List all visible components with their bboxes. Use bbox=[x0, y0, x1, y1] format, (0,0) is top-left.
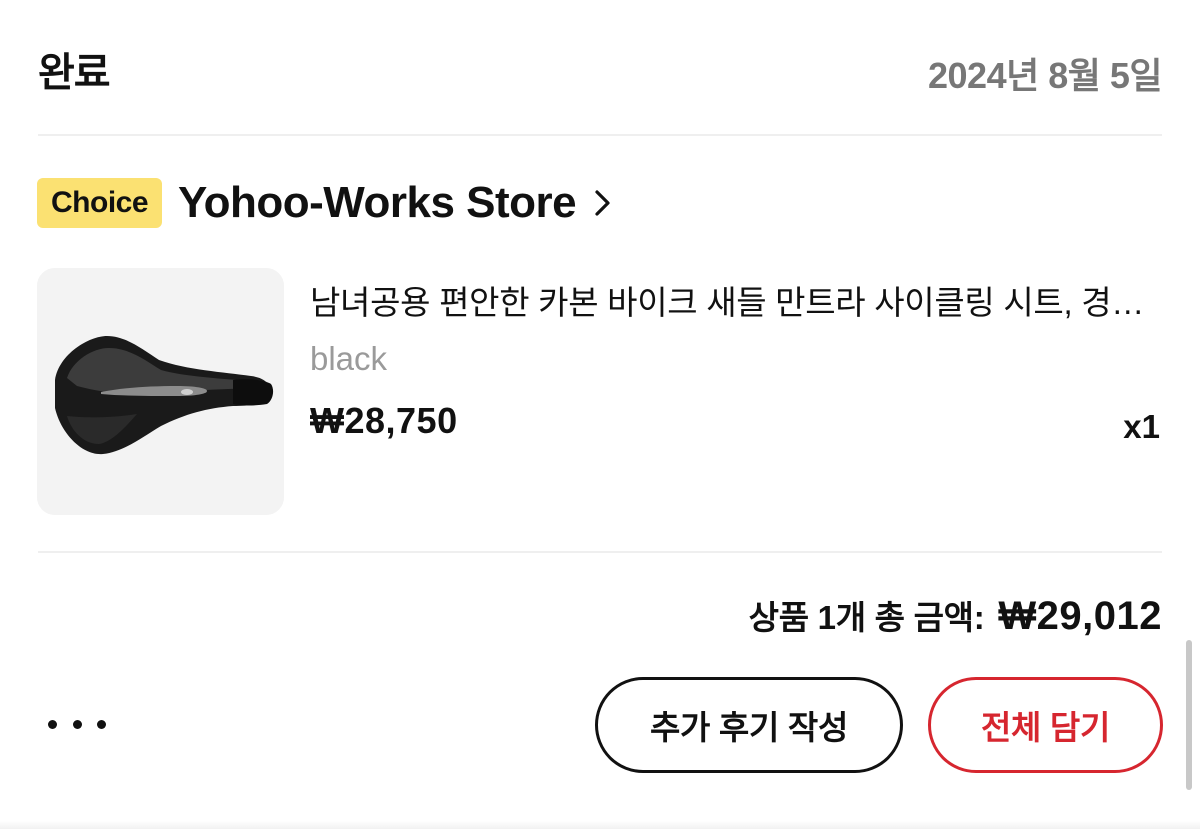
store-header[interactable]: Choice Yohoo-Works Store bbox=[37, 177, 612, 229]
write-review-button[interactable]: 추가 후기 작성 bbox=[595, 677, 903, 773]
product-quantity: x1 bbox=[1123, 408, 1160, 445]
divider bbox=[38, 551, 1162, 553]
product-image[interactable] bbox=[37, 268, 284, 515]
order-date: 2024년 8월 5일 bbox=[928, 55, 1163, 96]
dot bbox=[72, 719, 82, 729]
product-variant: black bbox=[310, 340, 388, 377]
scrollbar[interactable] bbox=[1186, 640, 1192, 790]
more-dots-icon[interactable] bbox=[42, 706, 112, 742]
product-price: ₩28,750 bbox=[310, 400, 458, 441]
order-total: 상품 1개 총 금액: ₩29,012 bbox=[749, 591, 1162, 639]
order-card: 완료 2024년 8월 5일 Choice Yohoo-Works Store … bbox=[0, 0, 1200, 829]
store-name-link[interactable]: Yohoo-Works Store bbox=[178, 178, 577, 228]
product-title-link[interactable]: 남녀공용 편안한 카본 바이크 새들 만트라 사이클링 시트, 경량 자전거 안… bbox=[310, 276, 1162, 324]
divider bbox=[38, 134, 1162, 136]
dot bbox=[97, 719, 106, 729]
bike-saddle-icon bbox=[37, 268, 284, 515]
order-status: 완료 bbox=[38, 51, 111, 95]
choice-badge: Choice bbox=[37, 178, 163, 228]
total-amount: ₩29,012 bbox=[998, 594, 1162, 638]
bottom-edge bbox=[0, 821, 1200, 829]
add-all-to-cart-button[interactable]: 전체 담기 bbox=[928, 677, 1163, 773]
total-label: 상품 1개 총 금액: bbox=[748, 599, 985, 636]
chevron-right-icon[interactable] bbox=[594, 177, 612, 229]
dot bbox=[48, 719, 57, 729]
